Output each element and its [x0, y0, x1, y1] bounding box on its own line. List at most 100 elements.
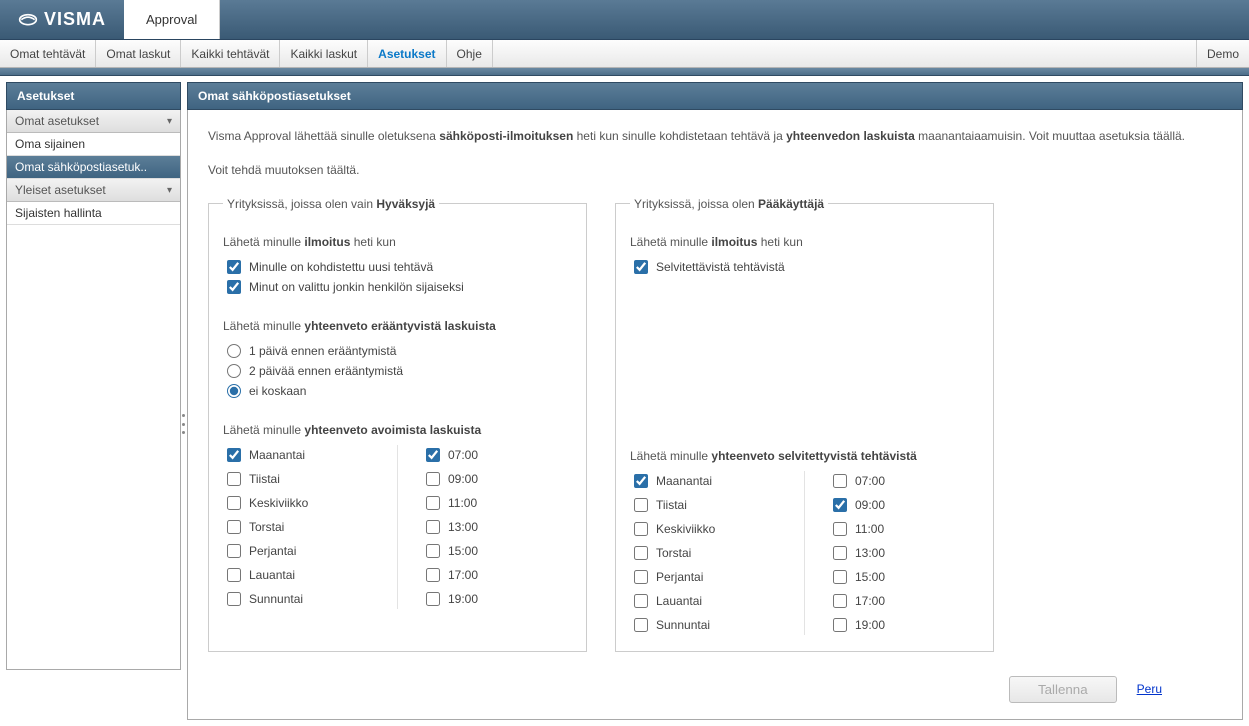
time-checkbox[interactable]: 09:00: [829, 495, 979, 515]
menu-omat-tehtavat[interactable]: Omat tehtävät: [0, 40, 96, 67]
checkbox[interactable]: [426, 520, 440, 534]
approver-notif-heading: Lähetä minulle ilmoitus heti kun: [223, 235, 572, 249]
time-checkbox[interactable]: 19:00: [829, 615, 979, 635]
day-checkbox[interactable]: Lauantai: [630, 591, 780, 611]
checkbox[interactable]: [833, 570, 847, 584]
checkbox[interactable]: [227, 568, 241, 582]
splitter-grip[interactable]: [182, 414, 188, 434]
time-checkbox[interactable]: 07:00: [422, 445, 572, 465]
brand-text: VISMA: [44, 9, 106, 30]
checkbox[interactable]: [833, 498, 847, 512]
day-checkbox[interactable]: Torstai: [223, 517, 373, 537]
approver-notif-substitute[interactable]: Minut on valittu jonkin henkilön sijaise…: [223, 277, 572, 297]
checkbox[interactable]: [227, 520, 241, 534]
checkbox[interactable]: [833, 594, 847, 608]
admin-times-column: 07:00 09:00 11:00 13:00 15:00 17:00 19:00: [829, 471, 979, 635]
sidebar-item-sijaisten-hallinta[interactable]: Sijaisten hallinta: [7, 202, 180, 225]
save-button[interactable]: Tallenna: [1009, 676, 1117, 703]
radio[interactable]: [227, 364, 241, 378]
admin-notif-heading: Lähetä minulle ilmoitus heti kun: [630, 235, 979, 249]
checkbox[interactable]: [227, 260, 241, 274]
intro-text: Visma Approval lähettää sinulle oletukse…: [208, 126, 1222, 146]
checkbox[interactable]: [426, 568, 440, 582]
checkbox[interactable]: [634, 522, 648, 536]
time-checkbox[interactable]: 11:00: [422, 493, 572, 513]
time-checkbox[interactable]: 13:00: [829, 543, 979, 563]
day-checkbox[interactable]: Sunnuntai: [630, 615, 780, 635]
approver-summary2-heading: Lähetä minulle yhteenveto avoimista lask…: [223, 423, 572, 437]
intro-text-2: Voit tehdä muutoksen täältä.: [208, 160, 1222, 180]
menu-omat-laskut[interactable]: Omat laskut: [96, 40, 181, 67]
day-checkbox[interactable]: Maanantai: [630, 471, 780, 491]
day-checkbox[interactable]: Perjantai: [223, 541, 373, 561]
radio-1-day-before[interactable]: 1 päivä ennen erääntymistä: [223, 341, 572, 361]
admin-notif-investigate[interactable]: Selvitettävistä tehtävistä: [630, 257, 979, 277]
time-checkbox[interactable]: 11:00: [829, 519, 979, 539]
checkbox[interactable]: [634, 474, 648, 488]
visma-logo-icon: [18, 13, 38, 27]
radio-2-days-before[interactable]: 2 päivää ennen erääntymistä: [223, 361, 572, 381]
checkbox[interactable]: [833, 546, 847, 560]
form-actions: Tallenna Peru: [208, 676, 1222, 703]
checkbox[interactable]: [634, 498, 648, 512]
day-checkbox[interactable]: Perjantai: [630, 567, 780, 587]
app-tab-approval[interactable]: Approval: [124, 0, 220, 39]
day-checkbox[interactable]: Torstai: [630, 543, 780, 563]
approver-times-column: 07:00 09:00 11:00 13:00 15:00 17:00 19:00: [422, 445, 572, 609]
checkbox[interactable]: [833, 522, 847, 536]
sidebar-item-omat-sahkopostiasetukset[interactable]: Omat sähköpostiasetuk..: [7, 156, 180, 179]
day-checkbox[interactable]: Keskiviikko: [630, 519, 780, 539]
checkbox[interactable]: [227, 496, 241, 510]
checkbox[interactable]: [833, 474, 847, 488]
approver-days-column: Maanantai Tiistai Keskiviikko Torstai Perjan…: [223, 445, 373, 609]
checkbox[interactable]: [634, 594, 648, 608]
time-checkbox[interactable]: 19:00: [422, 589, 572, 609]
menu-kaikki-tehtavat[interactable]: Kaikki tehtävät: [181, 40, 280, 67]
time-checkbox[interactable]: 13:00: [422, 517, 572, 537]
checkbox[interactable]: [227, 448, 241, 462]
day-checkbox[interactable]: Keskiviikko: [223, 493, 373, 513]
checkbox[interactable]: [426, 496, 440, 510]
time-checkbox[interactable]: 17:00: [422, 565, 572, 585]
checkbox[interactable]: [227, 592, 241, 606]
checkbox[interactable]: [426, 448, 440, 462]
checkbox[interactable]: [426, 544, 440, 558]
radio[interactable]: [227, 384, 241, 398]
menu-asetukset[interactable]: Asetukset: [368, 40, 446, 67]
menu-kaikki-laskut[interactable]: Kaikki laskut: [280, 40, 368, 67]
brand-logo: VISMA: [0, 0, 124, 39]
checkbox[interactable]: [426, 472, 440, 486]
sidebar-item-oma-sijainen[interactable]: Oma sijainen: [7, 133, 180, 156]
checkbox[interactable]: [634, 260, 648, 274]
time-checkbox[interactable]: 15:00: [829, 567, 979, 587]
time-checkbox[interactable]: 17:00: [829, 591, 979, 611]
checkbox[interactable]: [833, 618, 847, 632]
checkbox[interactable]: [634, 546, 648, 560]
checkbox[interactable]: [227, 280, 241, 294]
cancel-link[interactable]: Peru: [1137, 682, 1162, 696]
time-checkbox[interactable]: 15:00: [422, 541, 572, 561]
box-approver: Yrityksissä, joissa olen vain Hyväksyjä …: [208, 197, 587, 652]
sidebar-group-omat-asetukset[interactable]: Omat asetukset ▾: [7, 110, 180, 133]
checkbox[interactable]: [426, 592, 440, 606]
radio-never[interactable]: ei koskaan: [223, 381, 572, 401]
day-checkbox[interactable]: Lauantai: [223, 565, 373, 585]
menu-bar: Omat tehtävät Omat laskut Kaikki tehtävä…: [0, 40, 1249, 68]
sidebar-group-yleiset-asetukset[interactable]: Yleiset asetukset ▾: [7, 179, 180, 202]
time-checkbox[interactable]: 07:00: [829, 471, 979, 491]
day-checkbox[interactable]: Tiistai: [223, 469, 373, 489]
menu-demo[interactable]: Demo: [1196, 40, 1249, 67]
checkbox[interactable]: [227, 472, 241, 486]
day-checkbox[interactable]: Maanantai: [223, 445, 373, 465]
menu-ohje[interactable]: Ohje: [447, 40, 493, 67]
day-checkbox[interactable]: Tiistai: [630, 495, 780, 515]
top-bar: VISMA Approval: [0, 0, 1249, 40]
approver-notif-new-task[interactable]: Minulle on kohdistettu uusi tehtävä: [223, 257, 572, 277]
radio[interactable]: [227, 344, 241, 358]
checkbox[interactable]: [634, 570, 648, 584]
sidebar-title: Asetukset: [6, 82, 181, 110]
day-checkbox[interactable]: Sunnuntai: [223, 589, 373, 609]
checkbox[interactable]: [227, 544, 241, 558]
time-checkbox[interactable]: 09:00: [422, 469, 572, 489]
checkbox[interactable]: [634, 618, 648, 632]
